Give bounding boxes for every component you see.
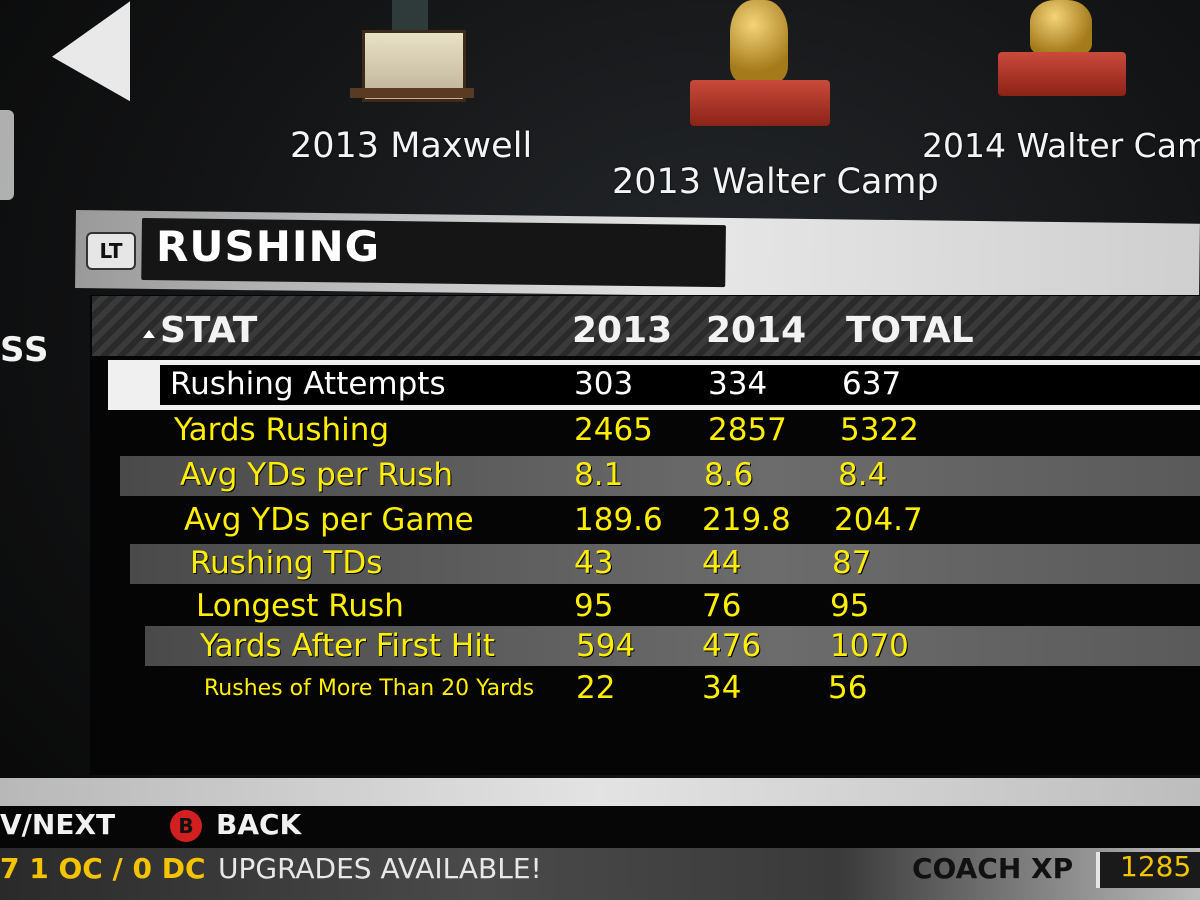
stat-name: Rushing TDs — [190, 545, 383, 581]
value-2014: 44 — [702, 545, 742, 581]
value-2013: 8.1 — [574, 457, 624, 493]
value-total: 5322 — [840, 412, 919, 448]
value-2013: 95 — [574, 588, 614, 624]
coordinator-counts: 7 1 OC / 0 DC — [0, 852, 206, 885]
stat-name: Longest Rush — [196, 588, 404, 624]
value-2013: 303 — [574, 366, 634, 402]
maxwell-trophy-figure — [392, 0, 428, 34]
column-header-stat[interactable]: STAT — [160, 310, 257, 351]
left-edge-panel — [0, 110, 14, 200]
b-button-icon[interactable]: B — [170, 810, 202, 842]
left-edge-partial-text: SS — [0, 330, 50, 370]
column-header-total[interactable]: TOTAL — [846, 310, 974, 351]
maxwell-trophy-base — [350, 88, 474, 98]
value-2014: 476 — [702, 628, 762, 664]
upgrades-available-text: UPGRADES AVAILABLE! — [218, 852, 542, 885]
award-label-walter-camp-2014: 2014 Walter Camp — [922, 126, 1200, 165]
value-2014: 219.8 — [702, 502, 791, 538]
value-2014: 2857 — [708, 412, 787, 448]
stat-name: Avg YDs per Rush — [180, 457, 454, 493]
value-2013: 22 — [576, 670, 616, 706]
value-2014: 8.6 — [704, 457, 754, 493]
value-total: 1070 — [830, 628, 909, 664]
previous-arrow-icon[interactable] — [52, 1, 130, 107]
award-label-maxwell-2013: 2013 Maxwell — [290, 126, 533, 166]
value-2013: 189.6 — [574, 502, 663, 538]
value-total: 95 — [830, 588, 870, 624]
back-prompt[interactable]: BACK — [216, 808, 301, 841]
value-total: 56 — [828, 670, 868, 706]
prev-next-prompt[interactable]: V/NEXT — [0, 808, 115, 841]
column-header-2013[interactable]: 2013 — [572, 310, 672, 351]
stat-name: Rushes of More Than 20 Yards — [204, 676, 535, 701]
section-title: RUSHING — [156, 222, 381, 271]
value-2014: 34 — [702, 670, 742, 706]
award-label-walter-camp-2013: 2013 Walter Camp — [612, 162, 939, 202]
value-2013: 2465 — [574, 412, 653, 448]
stat-name: Yards After First Hit — [200, 628, 496, 664]
lt-button-icon[interactable]: LT — [86, 232, 136, 270]
value-total: 8.4 — [838, 457, 888, 493]
stat-name: Yards Rushing — [174, 412, 390, 448]
column-header-2014[interactable]: 2014 — [706, 310, 806, 351]
value-2013: 594 — [576, 628, 636, 664]
value-total: 637 — [842, 366, 902, 402]
bottom-divider-strip — [0, 778, 1200, 806]
value-2014: 334 — [708, 366, 768, 402]
coach-xp-label: COACH XP — [912, 852, 1074, 885]
sort-ascending-icon[interactable] — [143, 330, 155, 338]
stat-name: Rushing Attempts — [170, 366, 446, 402]
value-total: 204.7 — [834, 502, 923, 538]
value-2013: 43 — [574, 545, 614, 581]
stat-name: Avg YDs per Game — [184, 502, 474, 538]
value-total: 87 — [832, 545, 872, 581]
value-2014: 76 — [702, 588, 742, 624]
coach-xp-value: 1285 / — [1120, 850, 1200, 883]
